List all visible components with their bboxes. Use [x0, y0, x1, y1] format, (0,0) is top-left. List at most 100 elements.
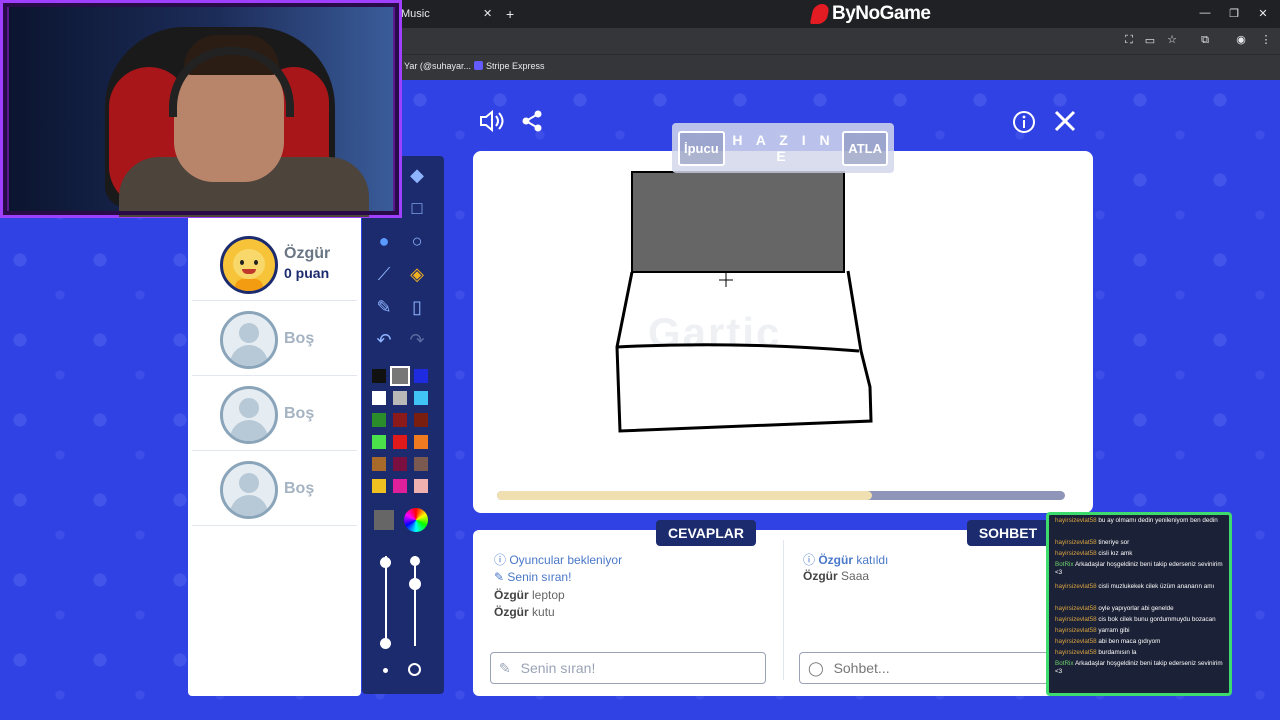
stream-chat-user: BotRix — [1055, 660, 1075, 667]
fill-bucket-icon[interactable]: ◈ — [404, 261, 430, 287]
bookmark-item[interactable]: Yar (@suhayar... — [404, 61, 471, 71]
color-swatch[interactable] — [371, 368, 387, 384]
color-swatch[interactable] — [413, 390, 429, 406]
line-tool-icon[interactable]: ⟋ — [371, 261, 397, 287]
pencil-icon: ✎ — [499, 660, 511, 676]
player-row: Boş — [192, 303, 357, 376]
window-close-icon[interactable]: ✕ — [1256, 7, 1270, 20]
minimize-icon[interactable]: — — [1198, 7, 1212, 19]
stream-chat-user: hayirsizevlat58 — [1055, 550, 1099, 557]
brush-size-slider[interactable] — [385, 556, 387, 646]
player-name: Boş — [284, 405, 315, 422]
eraser-icon[interactable]: ◆ — [404, 162, 430, 188]
player-name: Özgür — [284, 245, 331, 262]
cast-icon[interactable]: ▭ — [1143, 34, 1157, 47]
opacity-slider[interactable] — [414, 556, 416, 646]
large-brush-icon — [408, 663, 421, 676]
info-icon: ⓘ — [494, 553, 510, 567]
rectangle-tool-icon[interactable]: □ — [404, 195, 430, 221]
stream-chat-user: hayirsizevlat58 — [1055, 539, 1099, 546]
bookmark-star-icon[interactable]: ☆ — [1165, 33, 1179, 46]
color-swatch[interactable] — [392, 478, 408, 494]
stream-chat-message: hayirsizevlat58 bu ay olmamı dedin yenil… — [1055, 517, 1227, 525]
share-icon[interactable] — [520, 109, 544, 140]
restore-icon[interactable]: ❐ — [1227, 7, 1241, 20]
stream-chat-text: cis bok cilek bunu gordummuydu bozacan — [1098, 616, 1216, 623]
eyedropper-icon[interactable]: ✎ — [371, 294, 397, 320]
extensions-icon[interactable]: ⧉ — [1198, 34, 1212, 47]
site-brand: ByNoGame — [832, 3, 931, 24]
color-swatch[interactable] — [413, 412, 429, 428]
drawing-canvas[interactable]: Gartic — [473, 151, 1093, 513]
chat-input[interactable]: ◯ Sohbet... — [799, 652, 1049, 684]
circle-tool-icon[interactable]: ○ — [404, 228, 430, 254]
current-color-swatch — [372, 508, 396, 532]
slider-handle[interactable] — [410, 556, 420, 566]
players-panel: Özgür 0 puan Boş Boş Boş — [188, 218, 361, 696]
color-swatch[interactable] — [392, 456, 408, 472]
tab-close-icon[interactable]: ✕ — [483, 0, 492, 28]
color-picker-icon[interactable] — [404, 508, 428, 532]
player-row: Boş — [192, 378, 357, 451]
color-swatch[interactable] — [371, 456, 387, 472]
pencil-icon: ✎ — [494, 570, 508, 584]
color-swatch[interactable] — [371, 478, 387, 494]
profile-icon[interactable]: ◉ — [1234, 33, 1248, 46]
answer-input[interactable]: ✎ Senin sıran! — [490, 652, 766, 684]
color-swatch[interactable] — [413, 368, 429, 384]
color-swatch[interactable] — [390, 366, 410, 386]
color-swatch[interactable] — [371, 412, 387, 428]
chat-bubble-icon: ◯ — [808, 660, 824, 676]
stream-chat-message: hayirsizevlat58 yarram gibi — [1055, 627, 1227, 635]
player-avatar — [220, 236, 278, 294]
color-swatch[interactable] — [392, 412, 408, 428]
stream-chat-message: hayirsizevlat58 cisli muzlukekek cilek ü… — [1055, 583, 1227, 591]
color-swatch[interactable] — [392, 390, 408, 406]
new-tab-icon[interactable]: + — [506, 0, 520, 28]
chat-input-placeholder: Sohbet... — [833, 660, 890, 676]
slider-handle[interactable] — [380, 557, 391, 568]
browser-tab[interactable]: Music ✕ — [401, 0, 501, 28]
chat-line: Özgür Saaa — [803, 569, 870, 583]
turn-timer-bar — [497, 491, 1065, 500]
bookmark-item[interactable]: Stripe Express — [474, 61, 545, 71]
stream-chat-text: Arkadaşlar hoşgeldiniz beni takip ederse… — [1055, 561, 1223, 576]
stripe-icon — [474, 61, 483, 70]
bookmark-label: Stripe Express — [486, 61, 545, 71]
slider-handle[interactable] — [380, 638, 391, 649]
hint-button[interactable]: İpucu — [678, 130, 725, 166]
empty-avatar-icon — [220, 311, 278, 369]
stream-chat-text: bu ay olmamı dedin yenileniyom ben dedin — [1098, 517, 1218, 524]
color-swatch[interactable] — [371, 390, 387, 406]
color-swatch[interactable] — [371, 434, 387, 450]
small-brush-icon — [383, 668, 388, 673]
info-icon[interactable] — [1012, 110, 1036, 141]
tools-panel: ◆ □ ● ○ ⟋ ◈ ✎ ▯ ↶ ↷ — [362, 156, 444, 694]
close-icon[interactable] — [1053, 109, 1077, 140]
bynogame-logo-icon — [809, 4, 831, 24]
stream-chat-message: hayirsizevlat58 tineriye sor — [1055, 539, 1227, 547]
stream-chat-message: hayirsizevlat58 abi ben maca gıdıyom — [1055, 638, 1227, 646]
color-swatch[interactable] — [413, 478, 429, 494]
player-name: Boş — [284, 480, 315, 497]
slider-handle[interactable] — [409, 578, 421, 590]
answer-line: ✎ Senin sıran! — [494, 570, 572, 584]
translate-icon[interactable]: ⛶ — [1122, 34, 1136, 47]
stream-chat-user: hayirsizevlat58 — [1055, 627, 1099, 634]
color-swatch[interactable] — [413, 456, 429, 472]
color-swatch[interactable] — [413, 434, 429, 450]
player-row: Boş — [192, 453, 357, 526]
filled-circle-tool-icon[interactable]: ● — [371, 228, 397, 254]
stream-chat-text: yarram gibi — [1098, 627, 1130, 634]
stream-chat-message: hayirsizevlat58 oyle yapıyorlar abi gene… — [1055, 605, 1227, 613]
skip-button[interactable]: ATLA — [842, 130, 888, 166]
redo-icon[interactable]: ↷ — [404, 327, 430, 353]
stream-chat-user: hayirsizevlat58 — [1055, 517, 1099, 524]
sound-icon[interactable] — [478, 108, 504, 141]
undo-icon[interactable]: ↶ — [371, 327, 397, 353]
stream-chat-user: BotRix — [1055, 561, 1075, 568]
menu-icon[interactable]: ⋮ — [1259, 33, 1273, 46]
color-swatch[interactable] — [392, 434, 408, 450]
new-page-icon[interactable]: ▯ — [404, 294, 430, 320]
stream-chat-user: hayirsizevlat58 — [1055, 616, 1099, 623]
